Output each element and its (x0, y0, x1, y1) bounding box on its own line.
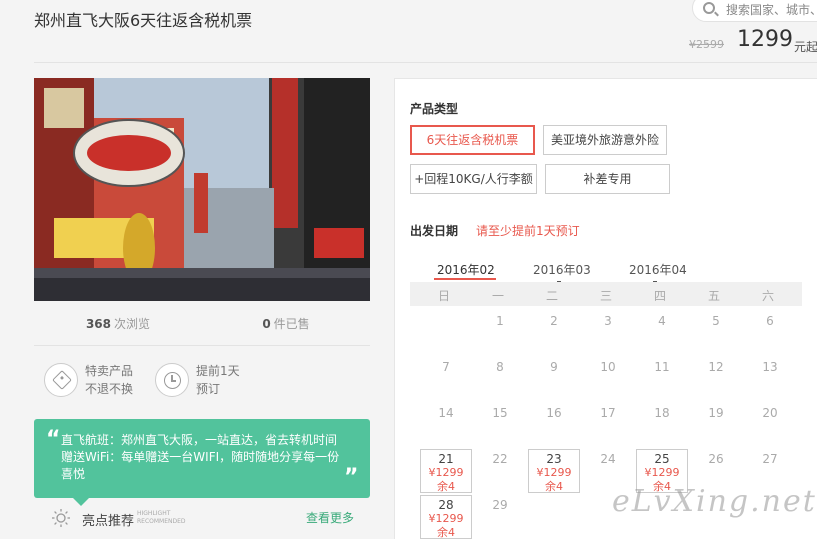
highlight-title: 亮点推荐 (82, 514, 135, 529)
weekday-header: 日 一 二 三 四 五 六 (410, 282, 802, 306)
calendar-day: 24 (600, 452, 616, 466)
day-number: 21 (438, 452, 454, 466)
price-unit: 元起 (794, 40, 817, 54)
tab-month-feb[interactable]: 2016年02 (437, 261, 495, 278)
calendar-day: 7 (442, 360, 450, 374)
calendar-day: 5 (712, 314, 720, 328)
highlight-header: 亮点推荐 HIGHLIGHT RECOMMENDED 查看更多 (34, 500, 370, 536)
current-price: 1299 (737, 27, 793, 52)
calendar-day: 22 (492, 452, 508, 466)
views-label: 次浏览 (114, 317, 151, 331)
page-title: 郑州直飞大阪6天往返含税机票 (34, 11, 253, 30)
day-price: ¥1299 (428, 512, 464, 525)
day-number: 28 (438, 498, 454, 512)
day-remaining: 余4 (437, 480, 455, 493)
day-remaining: 余4 (545, 480, 563, 493)
search-input[interactable]: 搜索国家、城市、 (726, 1, 817, 18)
calendar-day: 15 (492, 406, 508, 420)
weekday-label: 三 (599, 289, 612, 303)
weekday-label: 日 (437, 289, 450, 303)
quote-line: 直飞航班：郑州直飞大阪，一站直达，省去转机时间 (61, 433, 338, 447)
stats-bar: 368 次浏览 0 件已售 (34, 302, 370, 346)
option-travel-insurance[interactable]: 美亚境外旅游意外险 (543, 125, 667, 155)
see-more-link[interactable]: 查看更多 (306, 509, 354, 526)
tag-icon (44, 363, 78, 397)
calendar-day: 18 (654, 406, 670, 420)
calendar-day: 26 (708, 452, 724, 466)
clock-icon (155, 363, 189, 397)
calendar-day: 17 (600, 406, 616, 420)
departure-note: 请至少提前1天预订 (476, 224, 580, 238)
calendar-day-available[interactable]: 23 ¥1299 余4 (528, 449, 580, 493)
weekday-label: 五 (707, 289, 720, 303)
calendar-day: 13 (762, 360, 778, 374)
sun-icon (52, 509, 70, 527)
calendar-day: 8 (496, 360, 504, 374)
search-box[interactable]: 搜索国家、城市、 (692, 0, 817, 22)
feature-no-refund: 特卖产品 不退不换 (44, 362, 133, 398)
feature-line1: 特卖产品 (85, 364, 134, 378)
sold-stat: 0 件已售 (202, 302, 370, 345)
calendar-day: 16 (546, 406, 562, 420)
sold-count: 0 (262, 317, 271, 331)
product-photo (34, 78, 370, 301)
product-type-label: 产品类型 (410, 102, 459, 116)
day-price: ¥1299 (536, 466, 572, 479)
weekday-label: 二 (545, 289, 558, 303)
calendar-day: 6 (766, 314, 774, 328)
calendar-day: 2 (550, 314, 558, 328)
weekday-label: 一 (491, 289, 504, 303)
option-price-diff[interactable]: 补差专用 (545, 164, 670, 194)
calendar-day: 19 (708, 406, 724, 420)
weekday-label: 六 (761, 289, 774, 303)
departure-label: 出发日期 (410, 224, 459, 238)
active-month-indicator (434, 278, 496, 280)
option-luggage[interactable]: +回程10KG/人行李额 (410, 164, 537, 194)
quote-line: 赠送WiFi：每单赠送一台WIFI，随时随地分享每一份 (61, 450, 340, 464)
weekday-label: 四 (653, 289, 666, 303)
watermark: eLvXing.net (612, 484, 817, 519)
feature-line1: 提前1天 (196, 364, 240, 378)
tab-month-mar[interactable]: 2016年03 (533, 261, 591, 278)
original-price: ¥2599 (689, 38, 724, 51)
open-quote-icon: “ (46, 427, 61, 452)
highlight-en-line2: RECOMMENDED (137, 518, 186, 525)
calendar-day: 29 (492, 498, 508, 512)
calendar-day: 20 (762, 406, 778, 420)
highlight-en-line1: HIGHLIGHT (137, 510, 171, 517)
day-number: 23 (546, 452, 562, 466)
views-count: 368 (85, 317, 112, 331)
day-price: ¥1299 (428, 466, 464, 479)
search-icon[interactable] (703, 2, 715, 14)
day-number: 25 (654, 452, 670, 466)
day-price: ¥1299 (644, 466, 680, 479)
feature-line2: 预订 (196, 382, 221, 396)
calendar-day: 27 (762, 452, 778, 466)
highlight-en: HIGHLIGHT RECOMMENDED (137, 510, 186, 526)
close-quote-icon: ” (344, 465, 359, 490)
calendar-day: 4 (658, 314, 666, 328)
views-stat: 368 次浏览 (34, 302, 202, 345)
calendar-day: 10 (600, 360, 616, 374)
calendar-day-available[interactable]: 21 ¥1299 余4 (420, 449, 472, 493)
divider (34, 62, 817, 63)
calendar-day: 3 (604, 314, 612, 328)
calendar-day: 14 (438, 406, 454, 420)
highlight-quote: “ 直飞航班：郑州直飞大阪，一站直达，省去转机时间 赠送WiFi：每单赠送一台W… (34, 419, 370, 498)
calendar-day: 1 (496, 314, 504, 328)
quote-line: 喜悦 (61, 467, 86, 481)
feature-line2: 不退不换 (85, 382, 134, 396)
day-remaining: 余4 (437, 526, 455, 539)
feature-advance-booking: 提前1天 预订 (155, 362, 240, 398)
calendar-day: 9 (550, 360, 558, 374)
sold-label: 件已售 (273, 317, 310, 331)
option-6day-ticket[interactable]: 6天往返含税机票 (410, 125, 535, 155)
tab-month-apr[interactable]: 2016年04 (629, 261, 687, 278)
calendar-day: 11 (654, 360, 670, 374)
calendar-day: 12 (708, 360, 724, 374)
calendar-day-available[interactable]: 28 ¥1299 余4 (420, 495, 472, 539)
